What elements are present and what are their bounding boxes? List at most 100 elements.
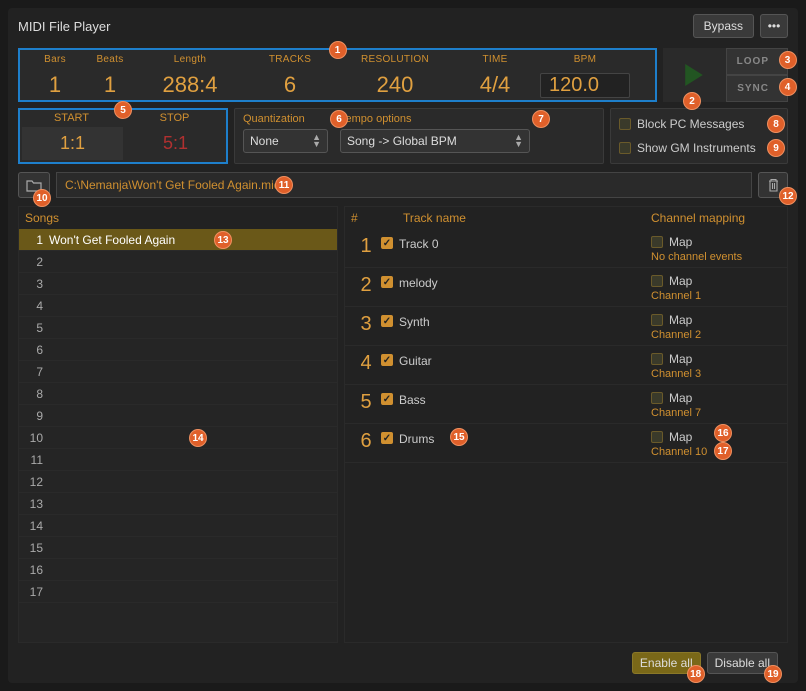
map-checkbox[interactable] (651, 431, 663, 443)
menu-button[interactable]: ••• (760, 14, 788, 38)
map-checkbox[interactable] (651, 392, 663, 404)
song-row-num: 7 (25, 365, 49, 379)
loop-toggle[interactable]: LOOP 3 (726, 48, 789, 75)
song-row[interactable]: 5 (19, 317, 337, 339)
map-checkbox[interactable] (651, 275, 663, 287)
song-row[interactable]: 15 (19, 537, 337, 559)
song-row[interactable]: 16 (19, 559, 337, 581)
track-num: 2 (351, 274, 381, 302)
tracks-value: 6 (240, 72, 340, 98)
marker-8: 8 (767, 115, 785, 133)
track-enable-checkbox[interactable]: ✓ (381, 276, 393, 288)
song-row[interactable]: 2 (19, 251, 337, 273)
map-checkbox[interactable] (651, 236, 663, 248)
songs-panel: Songs 1Won't Get Fooled Again13234567891… (18, 206, 338, 643)
channel-label: Channel 3 (651, 368, 781, 380)
tempo-select[interactable]: Song -> Global BPM ▲▼ (340, 129, 530, 153)
song-row[interactable]: 3 (19, 273, 337, 295)
channel-label: No channel events (651, 251, 781, 263)
channel-label: Channel 1 (651, 290, 781, 302)
track-row: 1✓Track 0MapNo channel events (345, 229, 787, 268)
tracks-list[interactable]: 1✓Track 0MapNo channel events2✓melodyMap… (345, 229, 787, 642)
marker-6: 6 (330, 110, 348, 128)
stop-value[interactable]: 5:1 (125, 125, 226, 162)
bpm-label: BPM (540, 54, 630, 65)
song-row[interactable]: 14 (19, 515, 337, 537)
marker-9: 9 (767, 139, 785, 157)
song-row[interactable]: 12 (19, 471, 337, 493)
col-trackname: Track name (381, 211, 651, 225)
song-row-num: 15 (25, 541, 49, 555)
tracks-panel: # Track name Channel mapping 1✓Track 0Ma… (344, 206, 788, 643)
track-num: 3 (351, 313, 381, 341)
song-row-num: 17 (25, 585, 49, 599)
song-row[interactable]: 1Won't Get Fooled Again13 (19, 229, 337, 251)
resolution-label: RESOLUTION (340, 54, 450, 65)
marker-19: 19 (764, 665, 782, 683)
bpm-value[interactable]: 120.0 (540, 73, 630, 98)
track-enable-checkbox[interactable]: ✓ (381, 354, 393, 366)
enable-all-button[interactable]: Enable all 18 (632, 652, 701, 674)
songs-list[interactable]: 1Won't Get Fooled Again13234567891014111… (19, 229, 337, 642)
song-row[interactable]: 9 (19, 405, 337, 427)
quantization-select[interactable]: None ▲▼ (243, 129, 328, 153)
song-row-num: 10 (25, 431, 49, 445)
map-label: Map (669, 274, 692, 288)
app-title: MIDI File Player (18, 19, 110, 34)
stop-label: STOP (123, 110, 226, 125)
marker-3: 3 (779, 51, 797, 69)
block-pc-checkbox[interactable]: Block PC Messages 8 (619, 117, 779, 131)
track-enable-checkbox[interactable]: ✓ (381, 237, 393, 249)
sync-toggle[interactable]: SYNC 4 (726, 75, 789, 102)
song-row[interactable]: 17 (19, 581, 337, 603)
map-label: Map (669, 430, 692, 444)
track-name: Guitar (399, 354, 432, 368)
play-icon[interactable] (683, 64, 705, 86)
song-row-num: 12 (25, 475, 49, 489)
start-value[interactable]: 1:1 (22, 127, 123, 160)
track-enable-checkbox[interactable]: ✓ (381, 315, 393, 327)
checkbox-icon (619, 142, 631, 154)
song-row[interactable]: 4 (19, 295, 337, 317)
track-name: Drums (399, 432, 434, 446)
bypass-button[interactable]: Bypass (693, 14, 754, 38)
marker-13: 13 (214, 231, 232, 249)
tempo-label: Tempo options 7 (340, 113, 530, 125)
song-row-num: 4 (25, 299, 49, 313)
map-label: Map (669, 352, 692, 366)
song-row[interactable]: 6 (19, 339, 337, 361)
marker-1: 1 (329, 41, 347, 59)
song-row[interactable]: 1014 (19, 427, 337, 449)
track-num: 5 (351, 391, 381, 419)
bars-label: Bars (30, 54, 80, 65)
song-row[interactable]: 8 (19, 383, 337, 405)
song-row[interactable]: 13 (19, 493, 337, 515)
song-row[interactable]: 11 (19, 449, 337, 471)
marker-4: 4 (779, 78, 797, 96)
length-value: 288:4 (140, 72, 240, 98)
time-value: 4/4 (450, 72, 540, 98)
checkbox-icon (619, 118, 631, 130)
dropdown-icon: ▲▼ (514, 134, 523, 148)
show-gm-checkbox[interactable]: Show GM Instruments 9 (619, 141, 779, 155)
open-file-button[interactable]: 10 (18, 172, 50, 198)
channel-label: Channel 2 (651, 329, 781, 341)
song-row[interactable]: 7 (19, 361, 337, 383)
track-num: 6 (351, 430, 381, 458)
track-row: 2✓melodyMapChannel 1 (345, 268, 787, 307)
song-info-panel: 1 Bars1 Beats1 Length288:4 TRACKS6 RESOL… (18, 48, 657, 102)
song-row-num: 5 (25, 321, 49, 335)
channel-label: Channel 7 (651, 407, 781, 419)
track-enable-checkbox[interactable]: ✓ (381, 393, 393, 405)
clear-file-button[interactable]: 12 (758, 172, 788, 198)
disable-all-button[interactable]: Disable all 19 (707, 652, 778, 674)
track-enable-checkbox[interactable]: ✓ (381, 432, 393, 444)
song-row-num: 3 (25, 277, 49, 291)
song-row-num: 13 (25, 497, 49, 511)
track-name: Track 0 (399, 237, 439, 251)
map-checkbox[interactable] (651, 314, 663, 326)
track-num: 1 (351, 235, 381, 263)
map-checkbox[interactable] (651, 353, 663, 365)
beats-value: 1 (80, 72, 140, 98)
file-path[interactable]: C:\Nemanja\Won't Get Fooled Again.mid 11 (56, 172, 752, 198)
